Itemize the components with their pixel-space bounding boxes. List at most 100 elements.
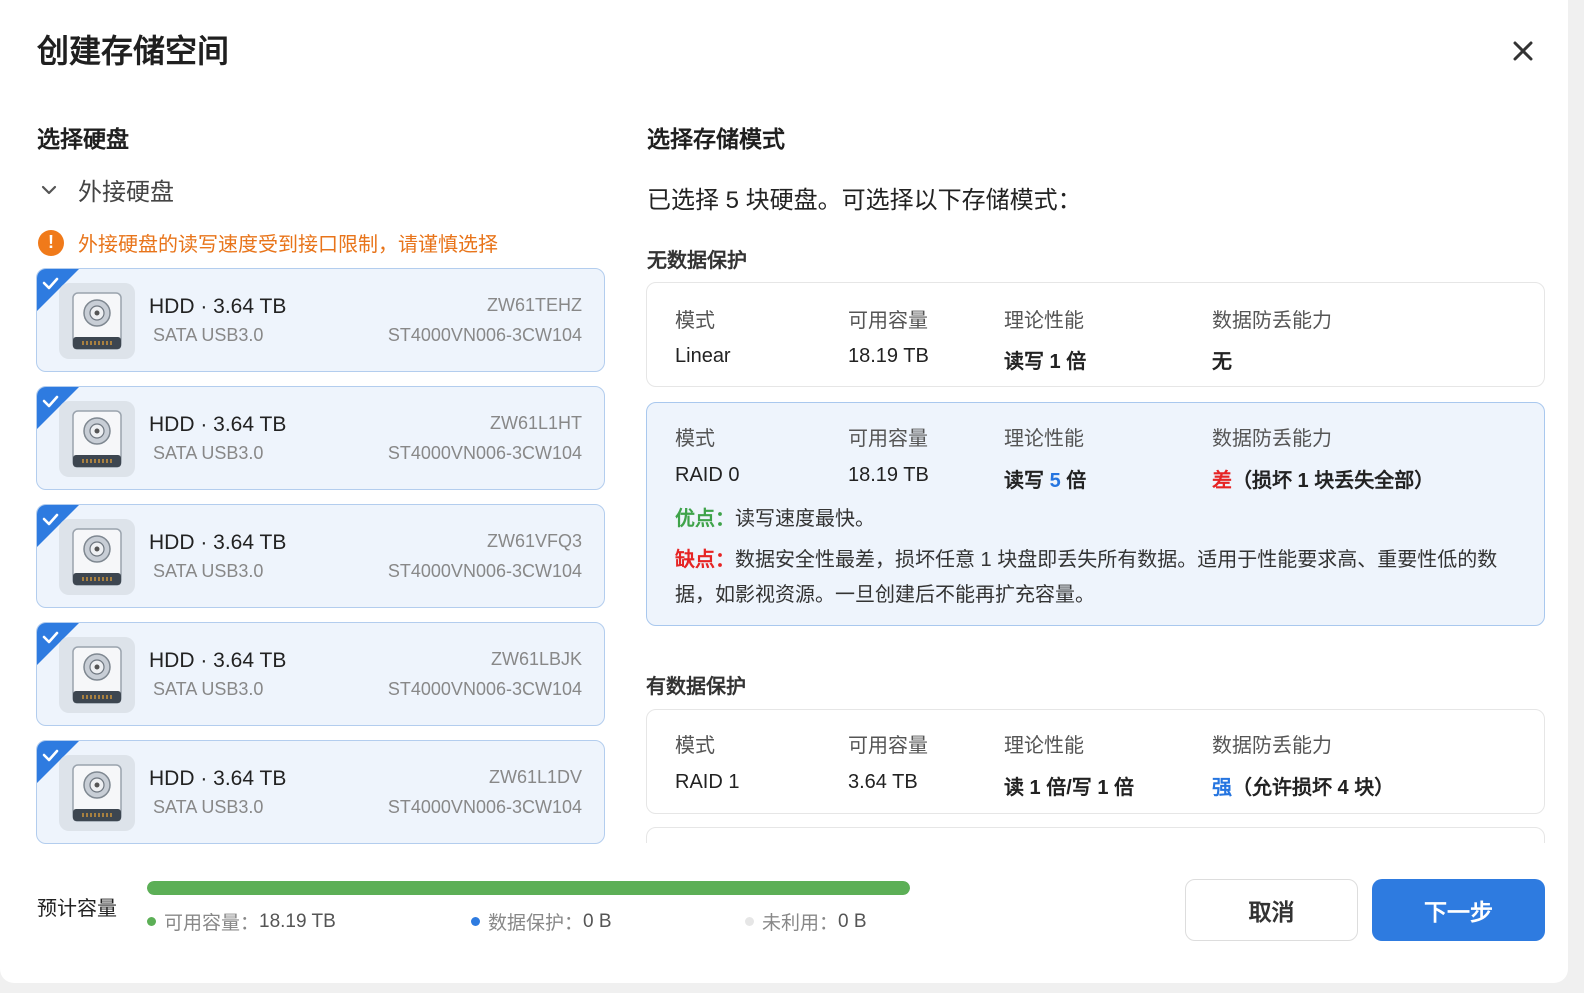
header-performance: 理论性能: [1004, 310, 1084, 332]
mode-performance: 读 1 倍/写 1 倍: [1004, 777, 1135, 799]
external-disk-group-label: 外接硬盘: [78, 179, 174, 206]
disk-serial: ZW61L1HT: [489, 413, 582, 433]
header-mode: 模式: [675, 735, 715, 757]
mode-card-raid1[interactable]: 模式 可用容量 理论性能 数据防丢能力 RAID 1 3.64 TB 读 1 倍…: [646, 709, 1545, 814]
protection-level: 差: [1212, 470, 1232, 492]
pros-text: 读写速度最快。: [735, 508, 875, 530]
create-storage-dialog: 创建存储空间 选择硬盘 外接硬盘 ! 外接硬盘的读写速度受到接口限制，请谨慎选择…: [0, 0, 1568, 983]
header-capacity: 可用容量: [848, 735, 928, 757]
mode-protection: 差（损坏 1 块丢失全部）: [1212, 464, 1434, 493]
mode-capacity: 18.19 TB: [848, 345, 929, 367]
disk-interface: SATA USB3.0: [153, 679, 264, 699]
mode-list-scroll[interactable]: 模式 可用容量 理论性能 数据防丢能力 Linear 18.19 TB 读写 1…: [640, 270, 1552, 843]
legend-unused: 未利用： 0 B: [745, 908, 867, 935]
mode-capacity: 3.64 TB: [848, 771, 918, 793]
legend-label: 未利用：: [762, 913, 839, 934]
header-protection: 数据防丢能力: [1212, 428, 1332, 450]
mode-card-linear[interactable]: 模式 可用容量 理论性能 数据防丢能力 Linear 18.19 TB 读写 1…: [646, 282, 1545, 387]
no-protection-heading: 无数据保护: [647, 250, 747, 272]
disk-model: ST4000VN006-3CW104: [387, 443, 582, 463]
disk-card[interactable]: HDD · 3.64 TB SATA USB3.0 ZW61L1DV ST4000VN…: [36, 740, 605, 844]
chevron-down-icon: [41, 185, 57, 194]
disk-serial: ZW61LBJK: [490, 649, 582, 669]
header-protection: 数据防丢能力: [1212, 735, 1332, 757]
legend-label: 数据保护：: [488, 913, 584, 934]
perf-multiplier: 5: [1049, 470, 1061, 492]
disk-card[interactable]: HDD · 3.64 TB SATA USB3.0 ZW61TEHZ ST4000VN…: [36, 268, 605, 372]
mode-performance: 读写 1 倍: [1004, 351, 1087, 373]
hdd-icon: [59, 637, 135, 713]
disk-model: ST4000VN006-3CW104: [387, 679, 582, 699]
mode-card-next[interactable]: [646, 827, 1545, 843]
disk-name: HDD · 3.64 TB: [149, 649, 287, 672]
estimated-capacity-label: 预计容量: [37, 898, 117, 920]
mode-name: RAID 0: [675, 464, 740, 486]
disk-model: ST4000VN006-3CW104: [387, 325, 582, 345]
disk-card[interactable]: HDD · 3.64 TB SATA USB3.0 ZW61VFQ3 ST4000VN…: [36, 504, 605, 608]
mode-name: Linear: [675, 345, 731, 367]
pros-label: 优点：: [675, 508, 735, 530]
hdd-icon: [59, 401, 135, 477]
legend-available: 可用容量： 18.19 TB: [147, 908, 336, 935]
mode-name: RAID 1: [675, 771, 740, 793]
disk-model: ST4000VN006-3CW104: [387, 561, 582, 581]
select-disk-title: 选择硬盘: [37, 126, 129, 152]
legend-dot: [745, 917, 754, 926]
header-protection: 数据防丢能力: [1212, 310, 1332, 332]
mode-capacity: 18.19 TB: [848, 464, 929, 486]
warning-text: 外接硬盘的读写速度受到接口限制，请谨慎选择: [78, 234, 498, 256]
mode-protection: 强（允许损坏 4 块）: [1212, 771, 1394, 800]
protection-note: （允许损坏 4 块）: [1232, 777, 1395, 799]
select-mode-title: 选择存储模式: [647, 126, 785, 152]
disk-interface: SATA USB3.0: [153, 561, 264, 581]
disk-serial: ZW61TEHZ: [486, 295, 582, 315]
disk-name: HDD · 3.64 TB: [149, 295, 287, 318]
cons-label: 缺点：: [675, 549, 735, 571]
disk-interface: SATA USB3.0: [153, 797, 264, 817]
mode-protection: 无: [1212, 351, 1232, 373]
cons-text: 数据安全性最差，损坏任意 1 块盘即丢失所有数据。适用于性能要求高、重要性低的数…: [675, 549, 1498, 606]
disk-interface: SATA USB3.0: [153, 443, 264, 463]
header-mode: 模式: [675, 428, 715, 450]
legend-value: 0 B: [838, 910, 867, 932]
legend-dot: [147, 917, 156, 926]
legend-protection: 数据保护： 0 B: [471, 908, 612, 935]
perf-suffix: 倍: [1060, 470, 1087, 492]
perf-prefix: 读写: [1004, 470, 1050, 492]
warning-icon: !: [38, 229, 64, 256]
disk-serial: ZW61VFQ3: [486, 531, 582, 551]
external-disk-group-toggle[interactable]: 外接硬盘: [40, 172, 174, 207]
mode-pros: 优点：读写速度最快。: [675, 502, 1525, 537]
disk-name: HDD · 3.64 TB: [149, 531, 287, 554]
header-performance: 理论性能: [1004, 735, 1084, 757]
protection-heading: 有数据保护: [646, 676, 746, 698]
protection-note: （损坏 1 块丢失全部）: [1232, 470, 1435, 492]
hdd-icon: [59, 519, 135, 595]
dialog-title: 创建存储空间: [37, 33, 230, 69]
close-icon[interactable]: [1504, 32, 1542, 70]
disk-card[interactable]: HDD · 3.64 TB SATA USB3.0 ZW61L1HT ST4000VN…: [36, 386, 605, 490]
disk-model: ST4000VN006-3CW104: [387, 797, 582, 817]
disk-name: HDD · 3.64 TB: [149, 767, 287, 790]
protection-level: 强: [1212, 777, 1232, 799]
next-step-button[interactable]: 下一步: [1372, 879, 1545, 941]
legend-dot: [471, 917, 480, 926]
header-capacity: 可用容量: [848, 428, 928, 450]
selection-summary: 已选择 5 块硬盘。可选择以下存储模式：: [647, 187, 1082, 214]
disk-card[interactable]: HDD · 3.64 TB SATA USB3.0 ZW61LBJK ST4000VN…: [36, 622, 605, 726]
capacity-bar-fill: [147, 881, 910, 895]
header-mode: 模式: [675, 310, 715, 332]
hdd-icon: [59, 755, 135, 831]
disk-serial: ZW61L1DV: [488, 767, 582, 787]
mode-performance: 读写 5 倍: [1004, 464, 1086, 493]
capacity-bar: [147, 881, 910, 895]
hdd-icon: [59, 283, 135, 359]
legend-value: 18.19 TB: [259, 910, 336, 932]
legend-value: 0 B: [583, 910, 612, 932]
external-disk-warning: ! 外接硬盘的读写速度受到接口限制，请谨慎选择: [38, 228, 498, 257]
mode-card-raid0[interactable]: 模式 可用容量 理论性能 数据防丢能力 RAID 0 18.19 TB 读写 5…: [646, 402, 1545, 626]
disk-interface: SATA USB3.0: [153, 325, 264, 345]
header-performance: 理论性能: [1004, 428, 1084, 450]
disk-name: HDD · 3.64 TB: [149, 413, 287, 436]
cancel-button[interactable]: 取消: [1185, 879, 1358, 941]
